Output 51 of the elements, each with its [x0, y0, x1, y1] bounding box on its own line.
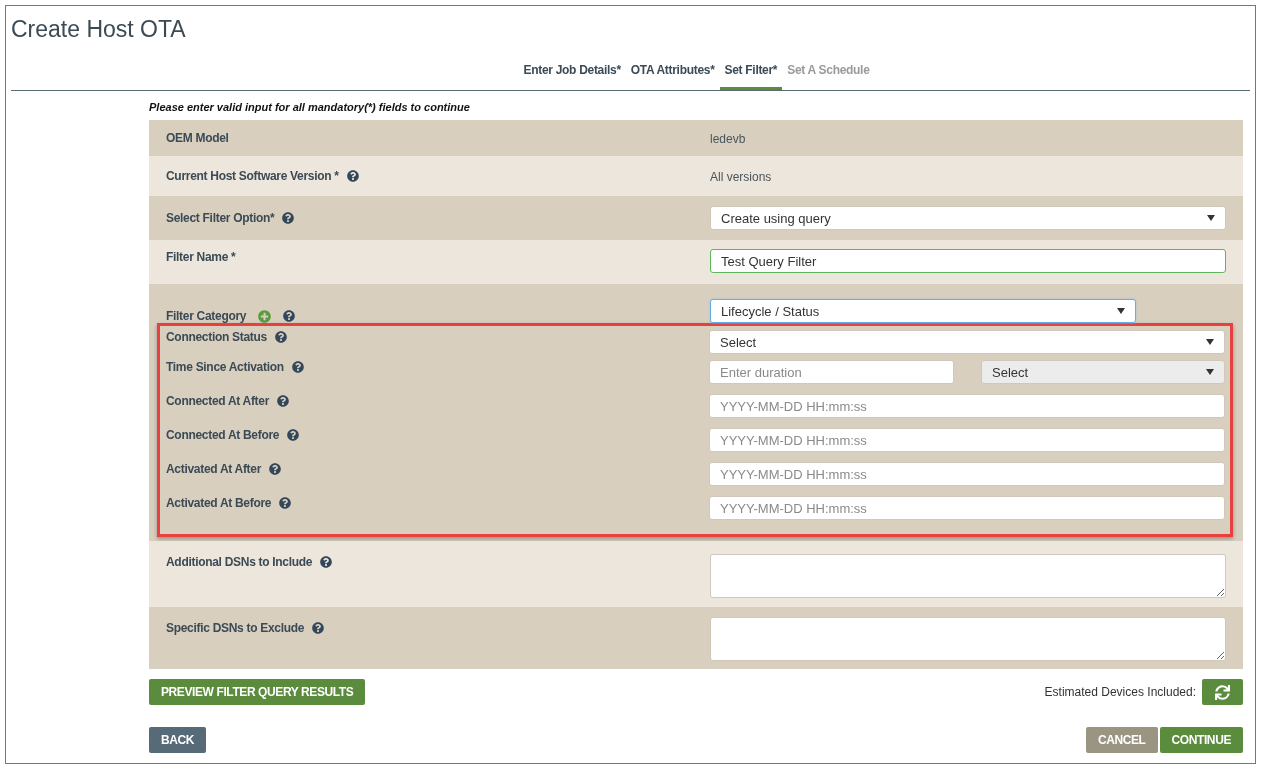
page-title: Create Host OTA: [10, 15, 187, 44]
dropdown[interactable]: Lifecycle / Status: [710, 299, 1136, 323]
field-label: Filter Name *: [166, 250, 236, 264]
help-icon[interactable]: [312, 622, 325, 634]
help-icon[interactable]: [274, 331, 287, 343]
help-icon[interactable]: [291, 361, 304, 373]
step-tab[interactable]: Enter Job Details*: [518, 51, 626, 90]
field-value: ledevb: [710, 132, 746, 146]
help-icon[interactable]: [282, 212, 295, 224]
help-icon[interactable]: [279, 497, 292, 509]
back-button[interactable]: BACK: [149, 727, 207, 753]
caret-icon: [1207, 215, 1215, 221]
input-field[interactable]: YYYY-MM-DD HH:mm:ss: [709, 496, 1225, 520]
help-icon[interactable]: [277, 395, 290, 407]
field-label: Filter Category: [166, 309, 247, 323]
field-label: Connected At Before: [166, 428, 280, 442]
field-label: Select Filter Option*: [166, 211, 275, 225]
field-value: All versions: [710, 170, 772, 184]
preview-button[interactable]: PREVIEW FILTER QUERY RESULTS: [149, 679, 366, 705]
refresh-icon: [1215, 684, 1230, 700]
dropdown[interactable]: Select: [709, 330, 1225, 354]
step-tab[interactable]: Set Filter*: [719, 51, 783, 90]
caret-icon: [1117, 308, 1125, 314]
field-label: Activated At Before: [166, 496, 272, 510]
field-label: OEM Model: [166, 131, 229, 145]
field-label: Additional DSNs to Include: [166, 555, 313, 569]
input-field[interactable]: YYYY-MM-DD HH:mm:ss: [709, 394, 1225, 418]
refresh-button[interactable]: [1202, 679, 1243, 705]
field-label: Connection Status: [166, 330, 267, 344]
caret-icon: [1206, 369, 1214, 375]
notice-text: Please enter valid input for all mandatory(*) fields to continue: [149, 100, 471, 115]
field-label: Specific DSNs to Exclude: [166, 621, 305, 635]
duration-field[interactable]: Enter duration: [709, 360, 954, 384]
field-label: Time Since Activation: [166, 360, 284, 374]
dropdown[interactable]: Create using query: [710, 206, 1226, 230]
input-field[interactable]: YYYY-MM-DD HH:mm:ss: [709, 428, 1225, 452]
field-label: Connected At After: [166, 394, 270, 408]
input-field[interactable]: YYYY-MM-DD HH:mm:ss: [709, 462, 1225, 486]
help-icon[interactable]: [269, 463, 282, 475]
estimate-label: Estimated Devices Included:: [1044, 685, 1196, 699]
field-label: Activated At After: [166, 462, 262, 476]
help-icon[interactable]: [287, 429, 300, 441]
dropdown[interactable]: Select: [981, 360, 1225, 384]
field-label: Current Host Software Version *: [166, 169, 339, 183]
help-icon[interactable]: [346, 170, 359, 182]
step-tab[interactable]: OTA Attributes*: [625, 51, 720, 90]
help-icon[interactable]: [283, 310, 296, 322]
continue-button[interactable]: CONTINUE: [1159, 727, 1243, 753]
help-icon[interactable]: [320, 556, 333, 568]
input-field[interactable]: Test Query Filter: [710, 249, 1226, 273]
caret-icon: [1206, 339, 1214, 345]
